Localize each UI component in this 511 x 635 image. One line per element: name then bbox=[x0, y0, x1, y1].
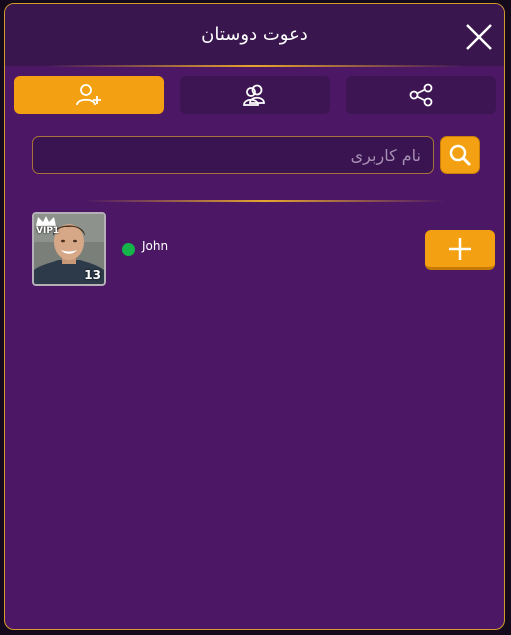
share-icon bbox=[409, 83, 433, 107]
group-icon bbox=[243, 84, 265, 106]
user-level: 13 bbox=[84, 268, 101, 282]
search-box bbox=[32, 136, 434, 174]
dialog-title: دعوت دوستان bbox=[201, 24, 308, 45]
dialog-header: دعوت دوستان bbox=[5, 4, 504, 66]
search-button[interactable] bbox=[440, 136, 480, 174]
online-status-dot bbox=[122, 243, 135, 256]
header-divider bbox=[45, 65, 464, 67]
tab-friends-group[interactable] bbox=[180, 76, 330, 114]
section-divider bbox=[85, 200, 445, 202]
add-friend-button[interactable] bbox=[425, 230, 495, 270]
close-icon bbox=[466, 24, 492, 50]
avatar[interactable]: VIP1 13 bbox=[32, 212, 106, 286]
username-search-input[interactable] bbox=[33, 137, 433, 173]
vip-badge: VIP1 bbox=[36, 226, 60, 236]
close-button[interactable] bbox=[464, 22, 494, 52]
user-name: John bbox=[142, 239, 169, 253]
tab-invite-user[interactable] bbox=[14, 76, 164, 114]
invite-friends-dialog: دعوت دوستان نام کاربری VIP1 13 John bbox=[4, 3, 505, 630]
add-user-icon bbox=[76, 84, 101, 106]
tab-share[interactable] bbox=[346, 76, 496, 114]
search-icon bbox=[449, 144, 471, 166]
plus-icon bbox=[449, 237, 471, 260]
